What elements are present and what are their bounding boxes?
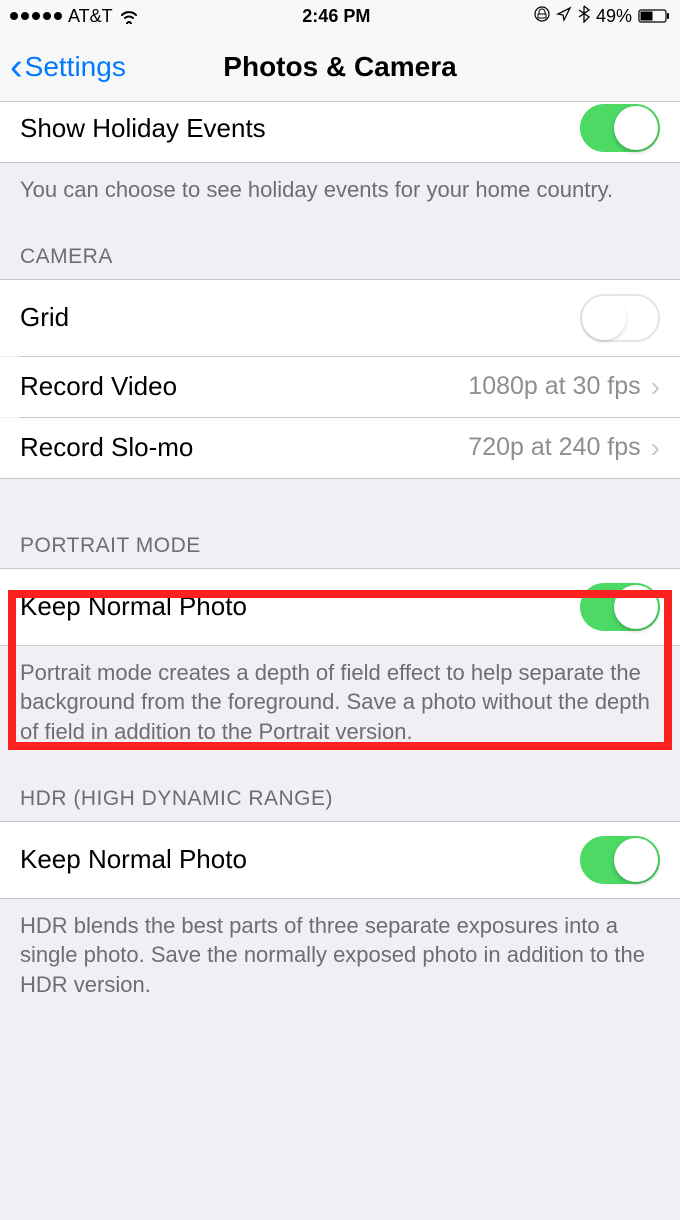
- back-label: Settings: [25, 51, 126, 83]
- rotation-lock-icon: [534, 6, 550, 27]
- grid-row[interactable]: Grid: [0, 280, 680, 356]
- show-holiday-events-row[interactable]: Show Holiday Events: [0, 102, 680, 162]
- holiday-events-footer: You can choose to see holiday events for…: [0, 163, 680, 217]
- portrait-keep-normal-toggle[interactable]: [580, 583, 660, 631]
- hdr-section-header: HDR (HIGH DYNAMIC RANGE): [0, 759, 680, 821]
- bluetooth-icon: [578, 5, 590, 28]
- portrait-keep-normal-row[interactable]: Keep Normal Photo: [0, 569, 680, 645]
- grid-toggle[interactable]: [580, 294, 660, 342]
- record-video-row[interactable]: Record Video 1080p at 30 fps ›: [0, 357, 680, 417]
- status-right: 49%: [534, 5, 670, 28]
- status-left: AT&T: [10, 6, 139, 27]
- record-video-label: Record Video: [20, 371, 177, 402]
- settings-content: Show Holiday Events You can choose to se…: [0, 102, 680, 1012]
- back-button[interactable]: ‹ Settings: [0, 48, 126, 86]
- camera-section-header: CAMERA: [0, 217, 680, 279]
- battery-icon: [638, 9, 670, 23]
- chevron-right-icon: ›: [651, 432, 660, 464]
- record-slomo-row[interactable]: Record Slo-mo 720p at 240 fps ›: [0, 418, 680, 478]
- record-video-value: 1080p at 30 fps: [468, 372, 640, 401]
- portrait-footer: Portrait mode creates a depth of field e…: [0, 646, 680, 759]
- portrait-keep-normal-label: Keep Normal Photo: [20, 591, 247, 622]
- page-title: Photos & Camera: [223, 51, 456, 83]
- battery-percent-label: 49%: [596, 6, 632, 27]
- status-bar: AT&T 2:46 PM 49%: [0, 0, 680, 32]
- hdr-keep-normal-row[interactable]: Keep Normal Photo: [0, 822, 680, 898]
- record-slomo-value: 720p at 240 fps: [468, 433, 640, 462]
- status-time: 2:46 PM: [302, 6, 370, 27]
- grid-label: Grid: [20, 302, 69, 333]
- hdr-keep-normal-label: Keep Normal Photo: [20, 844, 247, 875]
- show-holiday-events-toggle[interactable]: [580, 104, 660, 152]
- wifi-icon: [119, 8, 139, 24]
- hdr-keep-normal-toggle[interactable]: [580, 836, 660, 884]
- signal-strength-icon: [10, 12, 62, 20]
- location-icon: [556, 6, 572, 27]
- chevron-left-icon: ‹: [10, 48, 23, 86]
- portrait-section-header: PORTRAIT MODE: [0, 514, 680, 568]
- record-slomo-label: Record Slo-mo: [20, 432, 193, 463]
- carrier-label: AT&T: [68, 6, 113, 27]
- chevron-right-icon: ›: [651, 371, 660, 403]
- show-holiday-events-label: Show Holiday Events: [20, 113, 266, 144]
- hdr-footer: HDR blends the best parts of three separ…: [0, 899, 680, 1012]
- nav-bar: ‹ Settings Photos & Camera: [0, 32, 680, 102]
